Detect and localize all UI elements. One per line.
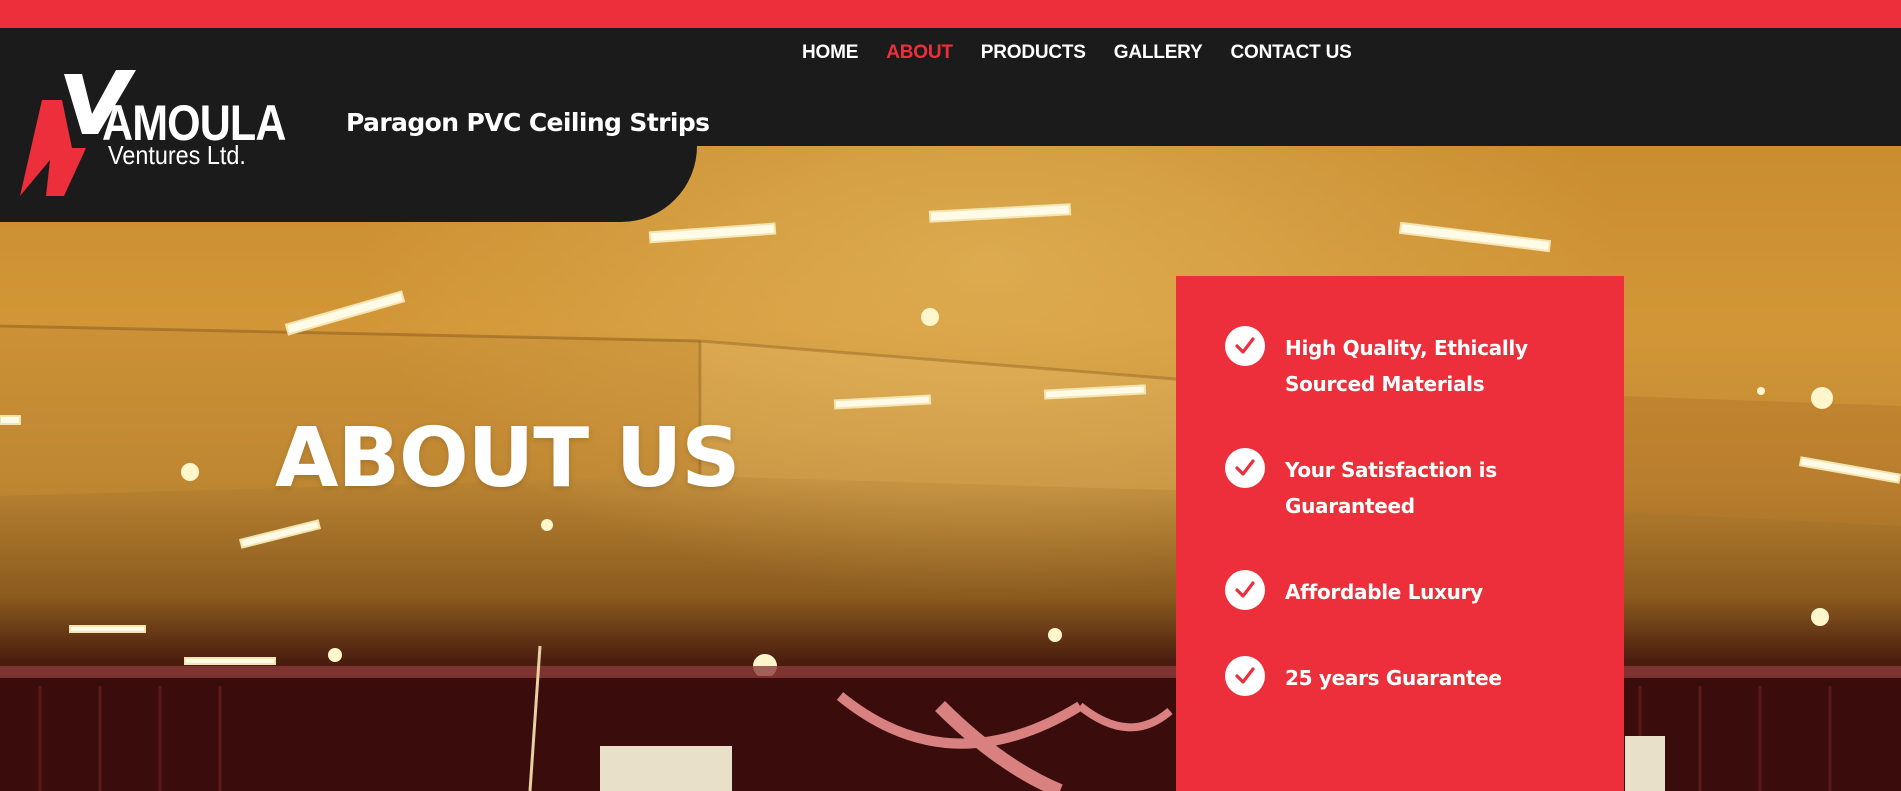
feature-text: High Quality, Ethically Sourced Material… (1285, 336, 1528, 396)
nav-products[interactable]: PRODUCTS (981, 42, 1086, 64)
logo-subtitle: Ventures Ltd. (108, 140, 246, 170)
main-navigation: HOME ABOUT PRODUCTS GALLERY CONTACT US (802, 42, 1352, 64)
page-title: ABOUT US (275, 411, 740, 506)
check-circle-icon (1225, 448, 1265, 488)
feature-text: 25 years Guarantee (1285, 666, 1502, 690)
nav-contact-us[interactable]: CONTACT US (1230, 42, 1351, 64)
nav-home[interactable]: HOME (802, 42, 858, 64)
top-accent-bar (0, 0, 1901, 28)
check-circle-icon (1225, 570, 1265, 610)
feature-text: Your Satisfaction is Guaranteed (1285, 458, 1497, 518)
nav-about[interactable]: ABOUT (886, 42, 953, 64)
feature-text: Affordable Luxury (1285, 580, 1483, 604)
site-tagline: Paragon PVC Ceiling Strips (346, 108, 710, 137)
features-panel: High Quality, Ethically Sourced Material… (1176, 276, 1624, 791)
check-circle-icon (1225, 326, 1265, 366)
check-circle-icon (1225, 656, 1265, 696)
nav-gallery[interactable]: GALLERY (1114, 42, 1203, 64)
site-logo[interactable]: AMOULA Ventures Ltd. (20, 70, 290, 200)
